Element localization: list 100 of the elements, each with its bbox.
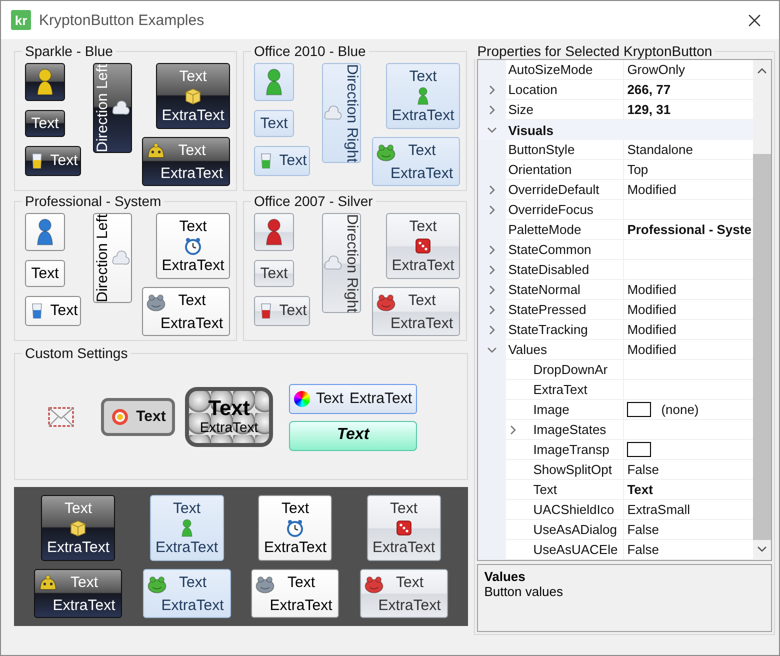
description-text: Button values (484, 584, 564, 599)
text-button[interactable]: Text ExtraText (372, 137, 460, 186)
text-button[interactable]: Text ExtraText (258, 495, 332, 561)
property-value[interactable]: Text (627, 482, 653, 497)
text-button[interactable]: Text (25, 260, 65, 287)
text-button[interactable]: Text ExtraText (366, 495, 441, 561)
group-title: Professional - System (24, 193, 162, 209)
property-value[interactable]: Top (627, 162, 648, 177)
text-button[interactable]: Text ExtraText (156, 63, 230, 129)
icon-button[interactable] (25, 63, 65, 101)
chevron-right-icon[interactable] (487, 245, 498, 255)
text-button[interactable]: Text ExtraText (372, 287, 460, 336)
property-name[interactable]: Location (508, 82, 558, 97)
text-button[interactable]: Text (25, 146, 81, 176)
property-value[interactable]: False (627, 542, 659, 557)
direction-button[interactable]: Direction Left (93, 213, 132, 304)
chevron-right-icon[interactable] (487, 185, 498, 195)
property-name[interactable]: ButtonStyle (508, 142, 575, 157)
text-button[interactable]: Text ExtraText (386, 63, 460, 129)
clock-icon (285, 518, 306, 538)
text-button[interactable]: Text ExtraText (41, 495, 116, 561)
close-icon[interactable] (748, 14, 761, 26)
property-value[interactable]: Standalone (627, 142, 693, 157)
property-name[interactable]: StateDisabled (508, 262, 590, 277)
group-title: Office 2010 - Blue (253, 43, 367, 59)
text-button[interactable]: Text (101, 398, 175, 436)
scroll-up-icon[interactable] (757, 66, 767, 76)
property-name[interactable]: UseAsADialog (533, 522, 618, 537)
description-title: Values (484, 569, 526, 584)
icon-button[interactable] (25, 213, 65, 251)
property-name[interactable]: OverrideDefault (508, 182, 600, 197)
text-button[interactable]: Text ExtraText (150, 495, 224, 561)
text-button[interactable]: Text ExtraText (360, 569, 448, 618)
chevron-right-icon[interactable] (487, 285, 498, 295)
text-button[interactable]: Text (254, 296, 310, 326)
direction-button[interactable]: Direction Right (322, 213, 362, 314)
property-value[interactable]: False (627, 462, 659, 477)
property-name[interactable]: Size (508, 102, 534, 117)
property-value[interactable]: GrowOnly (627, 62, 685, 77)
scrollbar-thumb[interactable] (753, 154, 771, 540)
chevron-down-icon[interactable] (487, 345, 498, 355)
text-button[interactable]: Text ExtraText (142, 569, 231, 618)
property-value[interactable]: ExtraSmall (627, 502, 690, 517)
dice-icon (394, 518, 414, 538)
chevron-right-icon[interactable] (487, 205, 498, 215)
text-button[interactable]: Text (25, 296, 81, 326)
property-name[interactable]: ImageTransp (533, 442, 610, 457)
scrollbar[interactable] (753, 60, 771, 560)
direction-button[interactable]: Direction Left (93, 63, 132, 154)
property-value[interactable]: Modified (627, 182, 676, 197)
text-button[interactable]: Text ExtraText (156, 213, 230, 279)
text-button[interactable]: Text (254, 260, 294, 287)
group-title: Properties for Selected KryptonButton (476, 43, 714, 59)
property-value[interactable]: 129, 31 (627, 102, 671, 117)
property-name[interactable]: ExtraText (533, 382, 588, 397)
property-name[interactable]: AutoSizeMode (508, 62, 593, 77)
property-name[interactable]: DropDownAr (533, 362, 608, 377)
property-name[interactable]: Values (508, 342, 547, 357)
scroll-down-icon[interactable] (757, 544, 767, 554)
property-name[interactable]: Image (533, 402, 570, 417)
property-value[interactable]: Modified (627, 322, 676, 337)
property-value[interactable]: Modified (627, 302, 676, 317)
text-button[interactable]: Text ExtraText (142, 287, 230, 336)
property-value[interactable]: Professional - Syste (627, 222, 752, 237)
property-name[interactable]: StateTracking (508, 322, 588, 337)
property-name[interactable]: StatePressed (508, 302, 586, 317)
text-button[interactable]: Text ExtraText (386, 213, 460, 279)
property-name[interactable]: Orientation (508, 162, 572, 177)
property-name[interactable]: StateCommon (508, 242, 592, 257)
property-value[interactable]: 266, 77 (627, 82, 671, 97)
chevron-right-icon[interactable] (487, 105, 498, 115)
text-button[interactable]: Text ExtraText (142, 137, 230, 186)
property-value[interactable]: Modified (627, 342, 676, 357)
text-button[interactable]: Text (254, 110, 294, 137)
property-name[interactable]: ShowSplitOpt (533, 462, 612, 477)
bubble-button[interactable]: Text ExtraText (185, 387, 273, 447)
property-name[interactable]: Text (533, 482, 558, 497)
property-name[interactable]: StateNormal (508, 282, 580, 297)
text-button[interactable]: Text (289, 420, 417, 450)
property-value[interactable]: (none) (661, 402, 699, 417)
text-button[interactable]: Text (25, 110, 65, 137)
chevron-right-icon[interactable] (487, 265, 498, 275)
property-value[interactable]: False (627, 522, 659, 537)
icon-button[interactable] (254, 213, 294, 251)
text-button[interactable]: Text ExtraText (251, 569, 340, 618)
text-button[interactable]: Text (254, 146, 310, 176)
chevron-down-icon[interactable] (487, 125, 498, 135)
property-name[interactable]: PaletteMode (508, 222, 582, 237)
property-name[interactable]: ImageStates (533, 422, 606, 437)
property-name[interactable]: UACShieldIco (533, 502, 614, 517)
property-name[interactable]: UseAsUACEle (533, 542, 618, 557)
chevron-right-icon[interactable] (508, 424, 518, 434)
chevron-right-icon[interactable] (487, 305, 498, 315)
property-value[interactable]: Modified (627, 282, 676, 297)
text-button[interactable]: Text ExtraText (289, 384, 417, 414)
text-button[interactable]: Text ExtraText (34, 569, 122, 618)
property-name[interactable]: OverrideFocus (508, 202, 594, 217)
direction-button[interactable]: Direction Right (322, 63, 362, 164)
chevron-right-icon[interactable] (487, 85, 498, 95)
chevron-right-icon[interactable] (487, 325, 498, 335)
